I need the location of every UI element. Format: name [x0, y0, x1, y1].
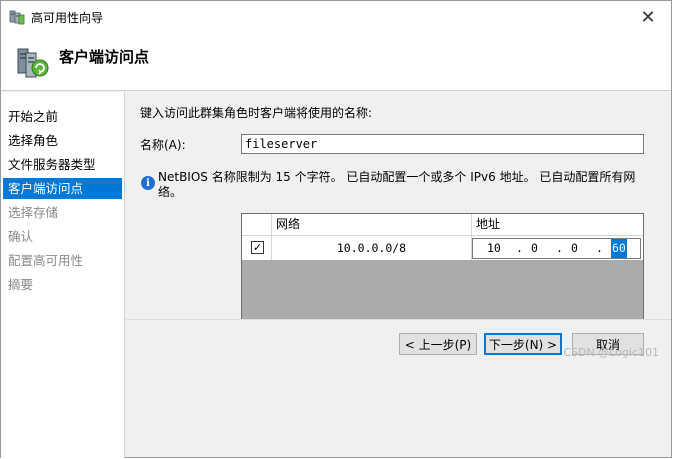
cluster-wizard-icon	[17, 48, 49, 78]
step-configure-ha: 配置高可用性	[8, 253, 84, 268]
ip-address-field[interactable]: 10 . 0 . 0 . 60	[472, 238, 641, 259]
close-button[interactable]: ✕	[625, 1, 671, 33]
window-title: 高可用性向导	[31, 11, 104, 25]
page-title: 客户端访问点	[59, 48, 150, 66]
table-row: ✓ 10.0.0.0/8 10 . 0 . 0 . 60	[242, 236, 643, 260]
wizard-header: 客户端访问点	[1, 33, 671, 91]
cluster-icon	[9, 10, 25, 25]
wizard-footer: < 上一步(P) 下一步(N) > 取消 CSDN @Logic101	[126, 319, 671, 369]
step-summary: 摘要	[8, 277, 34, 292]
ip-octet-1[interactable]: 10	[487, 239, 501, 258]
ip-dot: .	[596, 241, 603, 255]
step-file-server-type[interactable]: 文件服务器类型	[3, 154, 122, 175]
column-header-address[interactable]: 地址	[472, 214, 643, 235]
name-label: 名称(A):	[140, 138, 186, 152]
ip-octet-4[interactable]: 60	[611, 239, 627, 258]
title-bar: 高可用性向导 ✕	[1, 1, 671, 33]
step-select-role[interactable]: 选择角色	[3, 130, 122, 151]
name-prompt: 键入访问此群集角色时客户端将使用的名称:	[140, 106, 373, 120]
watermark: CSDN @Logic101	[563, 346, 659, 359]
wizard-window: 高可用性向导 ✕ 客户端访问点 开始之前 选择角色 文件服务器类型 客户端访问点…	[0, 0, 672, 458]
step-select-storage: 选择存储	[8, 205, 59, 220]
column-header-network[interactable]: 网络	[272, 214, 471, 235]
back-button[interactable]: < 上一步(P)	[399, 333, 477, 355]
step-client-access-point[interactable]: 客户端访问点	[3, 178, 122, 199]
name-input[interactable]	[241, 134, 644, 154]
wizard-steps: 开始之前 选择角色 文件服务器类型 客户端访问点 选择存储 确认 配置高可用性 …	[1, 92, 125, 458]
network-cell: 10.0.0.0/8	[336, 241, 407, 255]
ip-dot: .	[516, 241, 523, 255]
close-icon: ✕	[640, 6, 656, 28]
wizard-content: 键入访问此群集角色时客户端将使用的名称: 名称(A): i NetBIOS 名称…	[126, 92, 671, 458]
network-checkbox[interactable]: ✓	[251, 241, 264, 254]
step-before-you-begin[interactable]: 开始之前	[3, 106, 122, 127]
info-message: NetBIOS 名称限制为 15 个字符。 已自动配置一个或多个 IPv6 地址…	[158, 170, 636, 199]
ip-dot: .	[556, 241, 563, 255]
network-grid: 网络 地址 ✓ 10.0.0.0/8 10 . 0 . 0 . 60	[241, 213, 644, 325]
check-icon: ✓	[252, 241, 263, 254]
grid-header: 网络 地址	[242, 214, 643, 236]
step-confirmation: 确认	[8, 229, 34, 244]
next-button[interactable]: 下一步(N) >	[484, 333, 562, 355]
ip-octet-3[interactable]: 0	[571, 239, 578, 258]
info-icon: i	[141, 176, 155, 190]
ip-octet-2[interactable]: 0	[531, 239, 538, 258]
